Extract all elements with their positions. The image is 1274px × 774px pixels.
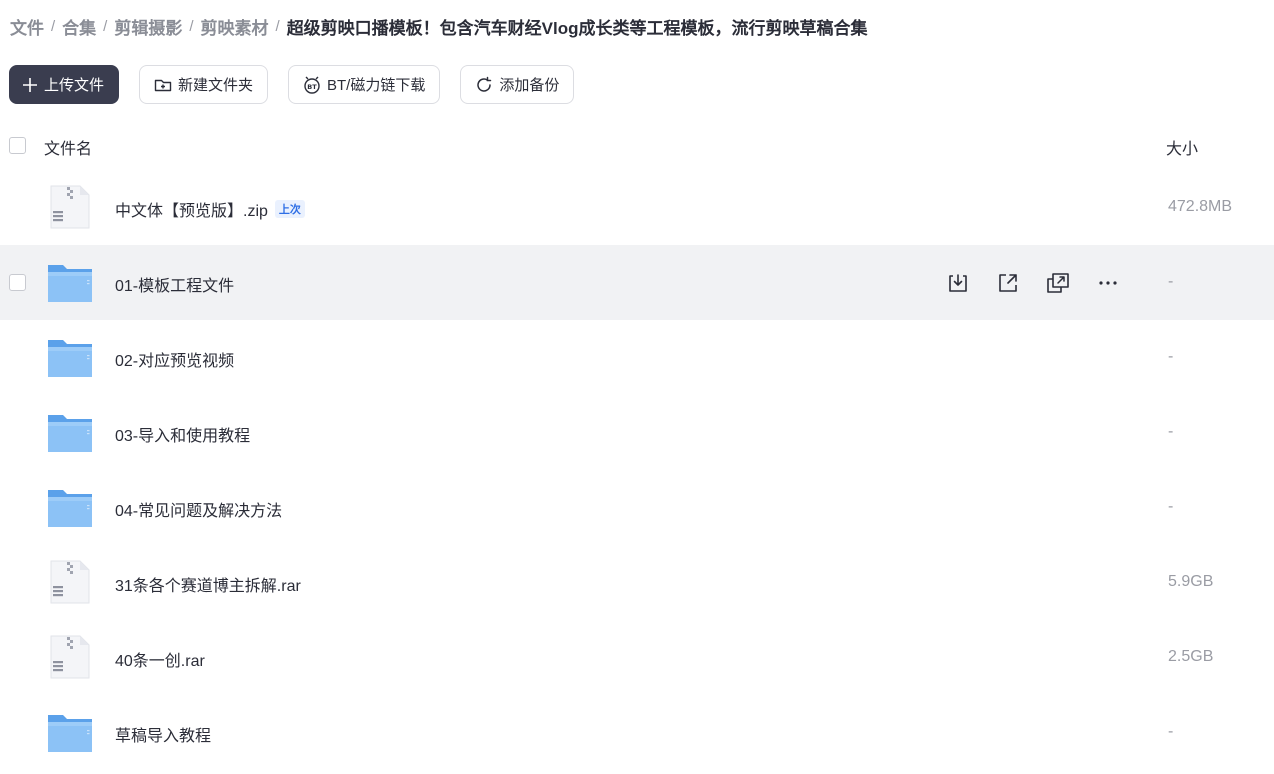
file-row[interactable]: 31条各个赛道博主拆解.rar 5.9GB	[0, 545, 1274, 620]
bt-magnet-download-button[interactable]: BT BT/磁力链下载	[288, 65, 441, 104]
file-name[interactable]: 04-常见问题及解决方法	[115, 497, 282, 521]
last-opened-badge: 上次	[274, 200, 305, 218]
file-size: -	[1168, 723, 1174, 740]
new-folder-button-label: 新建文件夹	[178, 77, 254, 94]
row-checkbox[interactable]	[9, 274, 26, 291]
zip-file-icon	[50, 635, 90, 679]
copy-link-icon	[1047, 273, 1069, 293]
breadcrumb-separator: /	[189, 17, 194, 35]
file-row[interactable]: 04-常见问题及解决方法 -	[0, 470, 1274, 545]
breadcrumb-item-collection[interactable]: 合集	[62, 14, 96, 39]
backup-icon	[477, 76, 492, 92]
bt-magnet-download-label: BT/磁力链下载	[327, 77, 426, 94]
zip-file-icon	[50, 560, 90, 604]
file-row[interactable]: 03-导入和使用教程 -	[0, 395, 1274, 470]
file-row[interactable]: 中文体【预览版】.zip 上次 472.8MB	[0, 170, 1274, 245]
folder-icon	[48, 265, 92, 302]
more-icon	[1099, 281, 1117, 285]
svg-text:BT: BT	[307, 83, 317, 91]
breadcrumb: 文件 / 合集 / 剪辑摄影 / 剪映素材 / 超级剪映口播模板！包含汽车财经V…	[10, 14, 868, 38]
file-size: -	[1168, 273, 1174, 290]
share-icon	[999, 274, 1017, 292]
file-row[interactable]: 02-对应预览视频 -	[0, 320, 1274, 395]
zip-file-icon	[50, 185, 90, 229]
select-all-checkbox[interactable]	[9, 137, 26, 154]
folder-icon	[48, 340, 92, 377]
download-icon	[949, 274, 967, 292]
file-size: -	[1168, 423, 1174, 440]
file-name[interactable]: 中文体【预览版】.zip	[115, 197, 268, 221]
breadcrumb-item-capcut-materials[interactable]: 剪映素材	[201, 14, 269, 39]
breadcrumb-item-editing-photography[interactable]: 剪辑摄影	[114, 14, 182, 39]
toolbar: 上传文件 新建文件夹 BT BT/磁力链下载 添加备份	[9, 65, 594, 104]
add-backup-label: 添加备份	[499, 77, 560, 94]
file-list: 中文体【预览版】.zip 上次 472.8MB 01-模板工程文件 - 02-对…	[0, 170, 1274, 770]
share-button[interactable]	[994, 269, 1022, 297]
upload-button[interactable]: 上传文件	[9, 65, 119, 104]
file-size: -	[1168, 348, 1174, 365]
file-row[interactable]: 40条一创.rar 2.5GB	[0, 620, 1274, 695]
file-size: 472.8MB	[1168, 198, 1233, 215]
file-name[interactable]: 草稿导入教程	[115, 722, 211, 746]
breadcrumb-item-files[interactable]: 文件	[10, 14, 44, 39]
folder-icon	[48, 415, 92, 452]
file-name[interactable]: 02-对应预览视频	[115, 347, 234, 371]
copy-link-button[interactable]	[1044, 269, 1072, 297]
file-table-header: 文件名 大小	[0, 126, 1274, 166]
breadcrumb-current: 超级剪映口播模板！包含汽车财经Vlog成长类等工程模板，流行剪映草稿合集	[286, 18, 868, 38]
column-header-name[interactable]: 文件名	[44, 135, 92, 159]
breadcrumb-separator: /	[275, 17, 280, 35]
download-button[interactable]	[944, 269, 972, 297]
file-row[interactable]: 01-模板工程文件 -	[0, 245, 1274, 320]
column-header-size[interactable]: 大小	[1166, 135, 1198, 159]
folder-icon	[48, 490, 92, 527]
new-folder-icon	[154, 79, 172, 91]
file-size: 5.9GB	[1168, 573, 1214, 590]
file-row[interactable]: 草稿导入教程 -	[0, 695, 1274, 770]
plus-icon	[23, 77, 37, 92]
bt-icon: BT	[304, 76, 320, 94]
add-backup-button[interactable]: 添加备份	[460, 65, 575, 104]
file-name[interactable]: 31条各个赛道博主拆解.rar	[115, 572, 301, 596]
file-name[interactable]: 01-模板工程文件	[115, 272, 234, 296]
file-name[interactable]: 03-导入和使用教程	[115, 422, 250, 446]
breadcrumb-separator: /	[103, 17, 108, 35]
row-actions	[944, 269, 1144, 297]
file-size: 2.5GB	[1168, 648, 1214, 665]
file-size: -	[1168, 498, 1174, 515]
more-button[interactable]	[1094, 269, 1122, 297]
breadcrumb-separator: /	[51, 17, 56, 35]
new-folder-button[interactable]: 新建文件夹	[139, 65, 269, 104]
folder-icon	[48, 715, 92, 752]
file-name[interactable]: 40条一创.rar	[115, 647, 205, 671]
upload-button-label: 上传文件	[44, 77, 105, 94]
